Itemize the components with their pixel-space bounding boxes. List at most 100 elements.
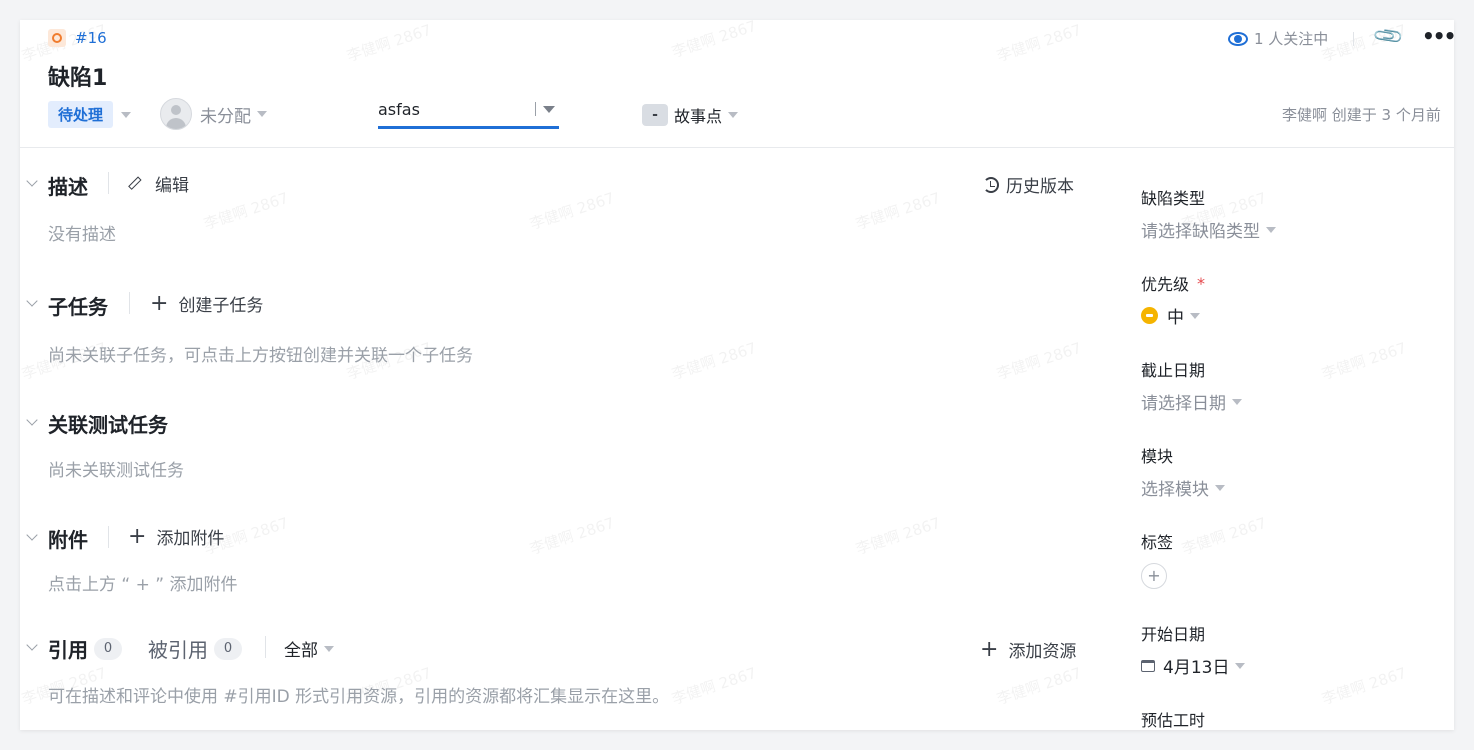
section-divider <box>129 292 130 314</box>
collapse-chevron-icon[interactable] <box>26 639 38 651</box>
attachment-icon[interactable]: 📎 <box>1371 20 1406 53</box>
issue-id[interactable]: #16 <box>48 28 107 48</box>
priority-label-row: 优先级 * <box>1141 271 1205 295</box>
collapse-chevron-icon[interactable] <box>26 414 38 426</box>
issue-id-label: #16 <box>75 29 107 47</box>
collapse-chevron-icon[interactable] <box>26 295 38 307</box>
section-divider <box>108 526 109 548</box>
bug-type-icon <box>48 29 66 47</box>
followers[interactable]: 1 人关注中 <box>1228 28 1328 49</box>
subtasks-empty: 尚未关联子任务，可点击上方按钮创建并关联一个子任务 <box>48 346 473 366</box>
priority-dropdown[interactable]: 中 <box>1141 303 1200 328</box>
header-divider <box>1353 32 1354 46</box>
select-divider <box>535 102 536 116</box>
calendar-icon <box>1141 659 1155 672</box>
watermark: 李健啊 2867 <box>527 513 617 559</box>
due-date-value: 请选择日期 <box>1141 394 1226 414</box>
start-date-label: 开始日期 <box>1141 625 1206 644</box>
field-select-input[interactable]: asfas <box>378 98 559 129</box>
watermark: 李健啊 2867 <box>994 663 1084 709</box>
subtasks-title: 子任务 <box>48 295 108 319</box>
start-date-value: 4月13日 <box>1163 658 1230 678</box>
watermark: 李健啊 2867 <box>994 20 1084 66</box>
story-points-dropdown[interactable]: - 故事点 <box>642 103 739 127</box>
tags-label: 标签 <box>1141 533 1174 552</box>
due-date-label: 截止日期 <box>1141 361 1206 380</box>
watermark: 李健啊 2867 <box>853 513 943 559</box>
watermark: 李健啊 2867 <box>1319 338 1409 384</box>
related-tests-title: 关联测试任务 <box>48 413 168 437</box>
chevron-down-icon <box>1266 226 1276 233</box>
references-empty: 可在描述和评论中使用 #引用ID 形式引用资源，引用的资源都将汇集显示在这里。 <box>48 687 670 707</box>
avatar <box>160 98 192 130</box>
defect-type-label: 缺陷类型 <box>1141 189 1206 208</box>
references-title: 引用 <box>48 638 88 662</box>
reference-filter-label: 全部 <box>284 641 318 661</box>
reference-filter-dropdown[interactable]: 全部 <box>284 636 334 661</box>
due-date-picker[interactable]: 请选择日期 <box>1141 389 1242 414</box>
assignee-label: 未分配 <box>200 106 251 127</box>
module-dropdown[interactable]: 选择模块 <box>1141 475 1225 500</box>
start-date-picker[interactable]: 4月13日 <box>1141 653 1246 678</box>
chevron-down-icon <box>1215 484 1225 491</box>
creator-line: 李健啊 创建于 3 个月前 <box>1282 106 1441 124</box>
assignee-dropdown[interactable]: 未分配 <box>160 98 267 130</box>
defect-type-dropdown[interactable]: 请选择缺陷类型 <box>1141 217 1276 242</box>
watermark: 李健啊 2867 <box>344 20 434 66</box>
chevron-down-icon <box>543 106 555 113</box>
chevron-down-icon <box>121 111 132 118</box>
watermark: 李健啊 2867 <box>1179 513 1269 559</box>
story-points-label: 故事点 <box>674 107 723 126</box>
create-subtask-label: 创建子任务 <box>178 296 264 316</box>
add-attachment-label: 添加附件 <box>156 529 225 549</box>
more-icon[interactable]: ••• <box>1422 24 1454 48</box>
story-points-badge: - <box>642 104 668 126</box>
add-attachment-button[interactable]: + 添加附件 <box>128 524 224 549</box>
plus-icon: + <box>980 636 999 662</box>
add-resource-button[interactable]: + 添加资源 <box>980 637 1076 662</box>
description-title: 描述 <box>48 175 88 199</box>
referenced-by-tab[interactable]: 被引用 0 <box>148 634 242 663</box>
plus-icon: + <box>150 290 169 316</box>
priority-value: 中 <box>1167 308 1184 328</box>
watermark: 李健啊 2867 <box>994 338 1084 384</box>
add-resource-label: 添加资源 <box>1008 642 1077 662</box>
module-value: 选择模块 <box>1141 480 1209 500</box>
history-label: 历史版本 <box>1006 177 1074 197</box>
attachments-empty: 点击上方 “ + ” 添加附件 <box>48 575 238 595</box>
header-separator <box>20 147 1454 148</box>
chevron-down-icon <box>1190 312 1200 319</box>
related-tests-empty: 尚未关联测试任务 <box>48 461 184 481</box>
status-dropdown[interactable]: 待处理 <box>48 101 132 128</box>
priority-medium-icon <box>1141 307 1158 324</box>
estimate-label: 预估工时 <box>1141 711 1206 730</box>
edit-label: 编辑 <box>155 176 189 196</box>
history-icon <box>983 176 999 193</box>
chevron-down-icon <box>728 112 739 118</box>
required-marker: * <box>1197 273 1206 293</box>
watermark: 李健啊 2867 <box>669 663 759 709</box>
collapse-chevron-icon[interactable] <box>26 529 38 541</box>
followers-label: 1 人关注中 <box>1254 30 1329 48</box>
watermark: 李健啊 2867 <box>1319 663 1409 709</box>
chevron-down-icon <box>1232 398 1242 405</box>
create-subtask-button[interactable]: + 创建子任务 <box>150 291 263 316</box>
section-divider <box>108 172 109 194</box>
references-tab[interactable]: 引用 0 <box>48 634 122 663</box>
issue-title[interactable]: 缺陷1 <box>48 60 107 92</box>
watermark: 李健啊 2867 <box>201 188 291 234</box>
section-divider <box>265 636 266 658</box>
priority-label: 优先级 <box>1141 275 1190 294</box>
watermark: 李健啊 2867 <box>853 188 943 234</box>
collapse-chevron-icon[interactable] <box>26 175 38 187</box>
edit-description-button[interactable]: 编辑 <box>128 171 189 196</box>
field-select-value: asfas <box>378 100 420 119</box>
add-tag-button[interactable]: + <box>1141 563 1167 589</box>
chevron-down-icon <box>257 111 267 117</box>
history-versions-button[interactable]: 历史版本 <box>983 172 1074 197</box>
module-label: 模块 <box>1141 447 1174 466</box>
attachments-title: 附件 <box>48 528 88 552</box>
chevron-down-icon <box>1235 662 1246 669</box>
watermark: 李健啊 2867 <box>527 188 617 234</box>
status-badge: 待处理 <box>48 101 114 128</box>
